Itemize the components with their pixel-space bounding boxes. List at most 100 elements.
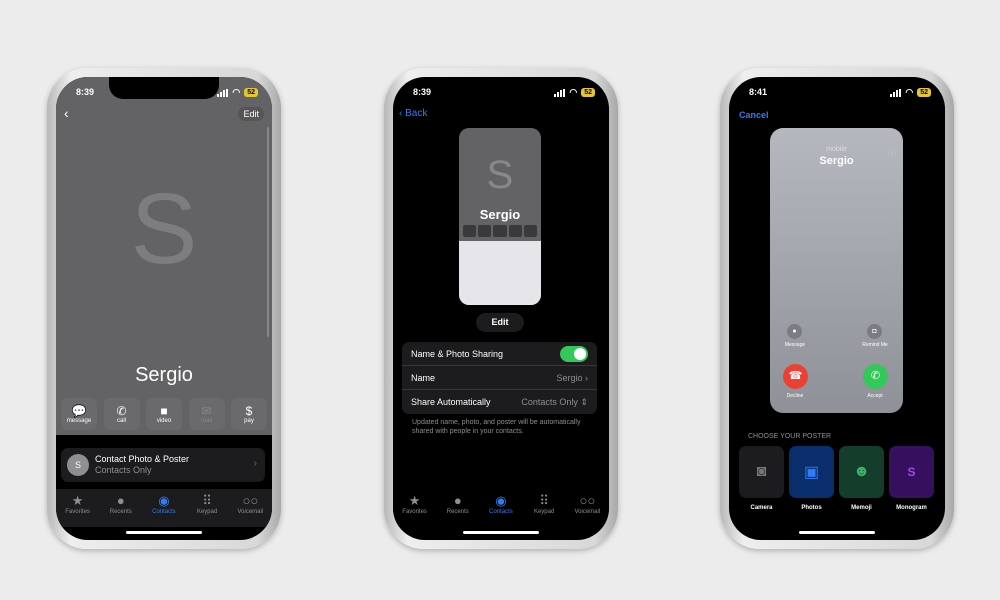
message-icon: 💬 [71,404,87,418]
video-button[interactable]: ■ video [146,398,182,430]
tab-keypad[interactable]: ⠿ Keypad [524,493,564,527]
decoration [220,91,223,97]
battery-icon: 52 [917,88,931,97]
star-icon: ★ [408,493,421,508]
tab-voicemail[interactable]: ○○ Voicemail [230,493,270,527]
camera-option[interactable]: ◙ [739,446,784,498]
screen3-options-1-label-text: Photos [801,505,822,511]
back-chevron-icon[interactable]: ‹ [64,105,69,121]
call-subtitle: mobile [826,146,847,153]
star-icon: ★ [71,493,84,508]
memoji-icon: ☻ [853,463,870,480]
message-button[interactable]: 💬 message [61,398,97,430]
decoration [893,91,896,97]
decoration [478,225,492,237]
phone-icon: ✆ [116,404,127,418]
preview-details [459,241,541,305]
tabbar-0-label-text: Favorites [65,509,90,515]
camera-icon: ◙ [756,463,767,480]
battery-icon: 52 [244,88,258,97]
tab-favorites[interactable]: ★ Favorites [58,493,98,527]
tab-favorites[interactable]: ★ Favorites [395,493,435,527]
signal-icon [217,88,229,97]
tabbar-2-label-text: Contacts [489,509,513,515]
screen3-options-2-label-text: Memoji [851,505,872,511]
signal-icon [554,88,566,97]
screen1-actions-0-label-text: message [66,418,92,424]
call-button[interactable]: ✆ call [103,398,140,430]
home-indicator [799,531,875,534]
tab-recents[interactable]: ● Recents [438,493,478,527]
status-bar: 8:39 ◠ 52 [393,87,609,99]
message-label: Message [784,342,806,348]
tab-voicemail[interactable]: ○○ Voicemail [567,493,607,527]
pay-button[interactable]: $ pay [231,398,267,430]
caller-name: Sergio [819,155,854,167]
screen1-actions-4-label-text: pay [244,418,254,424]
preview-name: Sergio [479,207,521,222]
photos-icon: ▣ [803,464,820,481]
chevron-updown-icon: ⇕ [580,396,588,407]
cancel-button[interactable]: Cancel [739,110,769,120]
action-row: 💬 message ✆ call ■ video ✉ mail $ pay [61,398,267,430]
phone-choose-poster: 8:41 ◠ 52 Cancel mobile Sergio ⓘ ● Message… [720,68,954,549]
decoration [217,93,220,97]
tab-recents[interactable]: ● Recents [101,493,141,527]
battery-icon: 52 [581,88,595,97]
incoming-call-poster[interactable]: mobile Sergio ⓘ ● Message ◘ Remind Me ☎ … [770,128,903,413]
contact-name: Sergio [135,364,193,386]
signal-icon [890,88,902,97]
tabbar-2-label-text: Contacts [152,509,176,515]
tabbar-3-label-text: Keypad [196,509,218,515]
screen1-actions-3-label-text: mail [200,418,212,424]
time: 8:39 [76,87,95,97]
decoration: ◠ 52 [217,87,258,98]
tab-keypad[interactable]: ⠿ Keypad [187,493,227,527]
footer-note: Updated name, photo, and poster will be … [412,419,581,435]
decline-phone-icon: ☎ [783,364,808,389]
name-photo-sharing-row: Name & Photo Sharing [402,342,597,366]
decoration [523,225,538,237]
avatar: S [67,454,89,476]
tab-contacts[interactable]: ◉ Contacts [481,493,521,527]
phone-photo-sharing: 8:39 ◠ 52 ‹ Back S Sergio Edit Name & Phot… [384,68,618,549]
screen2-rows-1-value-text: Sergio [556,372,583,383]
decoration [463,225,477,237]
photos-option[interactable]: ▣ [789,446,834,498]
status-bar: 8:41 ◠ 52 [729,87,945,99]
status-time2-text: 8:39 [413,87,432,97]
mail-button[interactable]: ✉ mail [188,398,225,430]
tabbar-1-label-text: Recents [109,509,132,515]
decoration [563,88,566,97]
message-icon: ● [787,324,802,339]
decoration [896,89,899,97]
dollar-icon: $ [245,404,253,418]
screen3-options-0-label-text: Camera [750,505,773,511]
choose-poster-heading: CHOOSE YOUR POSTER [748,433,832,440]
monogram: S [130,173,198,285]
decoration: Contacts Only ⇕ [521,397,588,408]
name-row[interactable]: Name Sergio › [402,366,597,390]
status-time3-text: 8:41 [749,87,768,97]
alarm-icon: ◘ [867,324,882,339]
sharing-toggle[interactable] [560,345,588,362]
monogram-option[interactable]: S [889,446,934,498]
clock-icon: ● [116,493,125,508]
decoration [899,88,902,97]
edit-button[interactable]: Edit [238,107,264,121]
memoji-option[interactable]: ☻ [839,446,884,498]
back-button[interactable]: ‹ Back [399,108,427,119]
contact-photo-poster-card[interactable]: S Contact Photo & Poster Contacts Only › [61,448,265,482]
decoration: ◠ 52 [554,87,595,98]
mail-icon: ✉ [201,404,212,418]
poster-options: ◙ Camera ▣ Photos ☻ Memoji S Monogram [739,446,939,516]
tab-contacts[interactable]: ◉ Contacts [144,493,184,527]
edit-button[interactable]: Edit [476,313,524,332]
tabbar-4-label-text: Voicemail [574,509,601,515]
poster-preview[interactable]: S Sergio [459,128,541,305]
video-icon: ■ [160,404,168,418]
decoration: ◠ 52 [890,87,931,98]
share-automatically-select[interactable]: Share Automatically Contacts Only ⇕ [402,390,597,414]
screen: 8:39 ◠ 52 ‹ Edit S Sergio 💬 message ✆ call ■… [56,77,272,540]
decoration [554,93,557,97]
